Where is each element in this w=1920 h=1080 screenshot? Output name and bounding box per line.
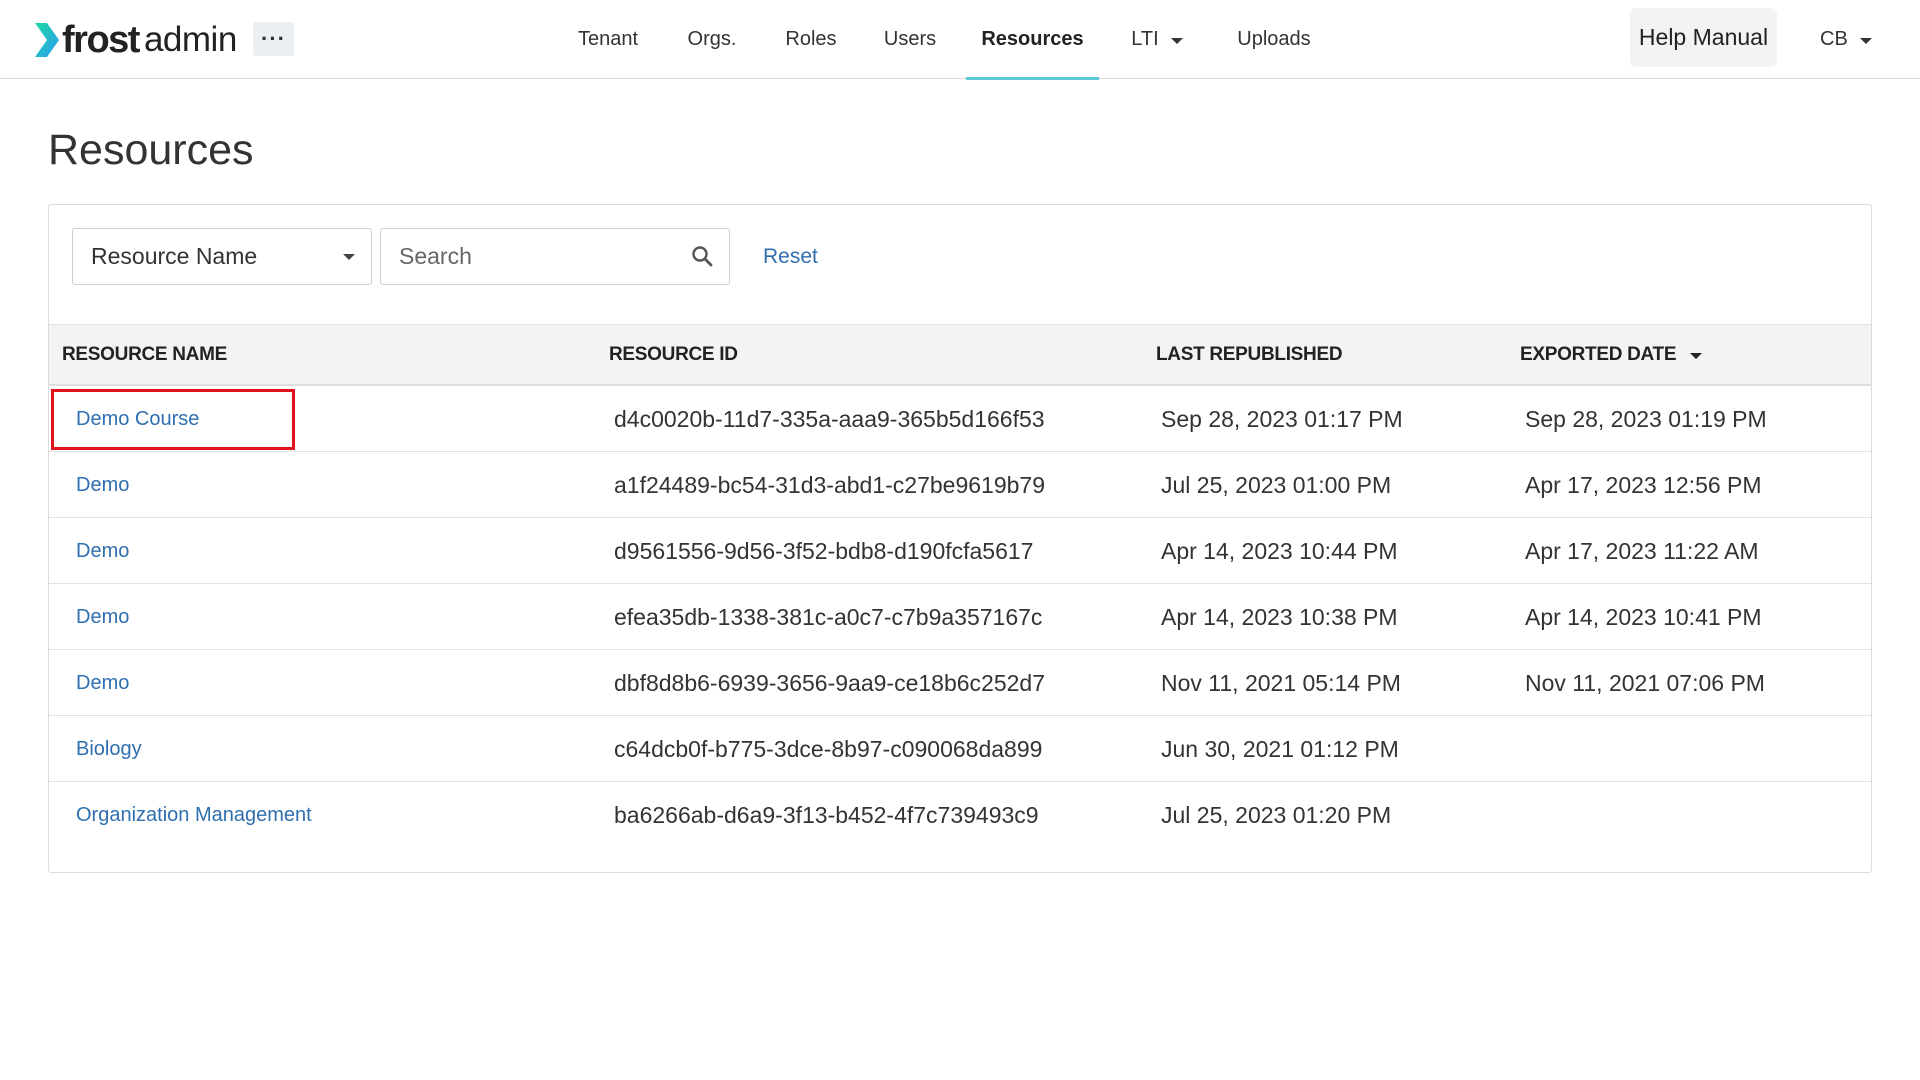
- table-row: Demo Course d4c0020b-11d7-335a-aaa9-365b…: [49, 386, 1871, 452]
- filter-field-value: Resource Name: [91, 243, 258, 269]
- user-menu[interactable]: CB: [1820, 0, 1872, 79]
- last-republished: Jul 25, 2023 01:20 PM: [1161, 801, 1392, 828]
- table-header: RESOURCE NAME RESOURCE ID LAST REPUBLISH…: [49, 324, 1871, 386]
- nav-resources[interactable]: Resources: [966, 0, 1099, 80]
- resource-name-link[interactable]: Demo Course: [76, 386, 199, 452]
- logo-brand: frost: [62, 18, 140, 61]
- nav-roles[interactable]: Roles: [777, 0, 845, 79]
- resource-name-link[interactable]: Demo: [76, 584, 129, 650]
- exported-date: Sep 28, 2023 01:19 PM: [1525, 405, 1767, 432]
- column-header-resource-id[interactable]: RESOURCE ID: [609, 325, 738, 385]
- resource-id: c64dcb0f-b775-3dce-8b97-c090068da899: [614, 735, 1043, 762]
- column-header-exported-date-label: EXPORTED DATE: [1520, 344, 1677, 365]
- last-republished: Apr 14, 2023 10:38 PM: [1161, 603, 1398, 630]
- last-republished: Jul 25, 2023 01:00 PM: [1161, 471, 1392, 498]
- resource-id: dbf8d8b6-6939-3656-9aa9-ce18b6c252d7: [614, 669, 1045, 696]
- page-title: Resources: [48, 126, 254, 174]
- last-republished: Nov 11, 2021 05:14 PM: [1161, 669, 1401, 696]
- frost-chevron-icon: [35, 23, 59, 57]
- chevron-down-icon: [343, 254, 355, 260]
- table-row: Demo d9561556-9d56-3f52-bdb8-d190fcfa561…: [49, 518, 1871, 584]
- column-header-last-republished[interactable]: LAST REPUBLISHED: [1156, 325, 1343, 385]
- nav-lti-label: LTI: [1131, 28, 1159, 50]
- resource-id: d4c0020b-11d7-335a-aaa9-365b5d166f53: [614, 405, 1045, 432]
- resource-name-link[interactable]: Organization Management: [76, 782, 312, 848]
- nav-users[interactable]: Users: [876, 0, 944, 79]
- nav-tenant[interactable]: Tenant: [570, 0, 646, 79]
- reset-link[interactable]: Reset: [763, 245, 818, 269]
- search-input[interactable]: [381, 229, 681, 284]
- resource-name-link[interactable]: Demo: [76, 518, 129, 584]
- resource-id: d9561556-9d56-3f52-bdb8-d190fcfa5617: [614, 537, 1034, 564]
- filter-field-select[interactable]: Resource Name: [72, 228, 372, 285]
- search-icon[interactable]: [691, 245, 713, 267]
- chevron-down-icon: [1859, 37, 1872, 44]
- table-row: Demo dbf8d8b6-6939-3656-9aa9-ce18b6c252d…: [49, 650, 1871, 716]
- table-row: Demo a1f24489-bc54-31d3-abd1-c27be9619b7…: [49, 452, 1871, 518]
- more-menu-button[interactable]: ···: [253, 22, 294, 56]
- help-manual-button[interactable]: Help Manual: [1630, 8, 1777, 67]
- last-republished: Apr 14, 2023 10:44 PM: [1161, 537, 1398, 564]
- exported-date: Apr 17, 2023 12:56 PM: [1525, 471, 1762, 498]
- resource-name-link[interactable]: Demo: [76, 452, 129, 518]
- resource-name-link[interactable]: Biology: [76, 716, 142, 782]
- user-initials: CB: [1820, 28, 1848, 50]
- logo-suffix: admin: [143, 20, 237, 59]
- table-row: Demo efea35db-1338-381c-a0c7-c7b9a357167…: [49, 584, 1871, 650]
- column-header-exported-date[interactable]: EXPORTED DATE: [1520, 325, 1703, 385]
- top-navbar: frost admin ··· Tenant Orgs. Roles Users…: [0, 0, 1920, 80]
- table-row: Biology c64dcb0f-b775-3dce-8b97-c090068d…: [49, 716, 1871, 782]
- last-republished: Jun 30, 2021 01:12 PM: [1161, 735, 1399, 762]
- resource-id: efea35db-1338-381c-a0c7-c7b9a357167c: [614, 603, 1043, 630]
- sort-desc-icon: [1690, 353, 1703, 359]
- resource-id: ba6266ab-d6a9-3f13-b452-4f7c739493c9: [614, 801, 1039, 828]
- search-box: [380, 228, 730, 285]
- column-header-resource-name[interactable]: RESOURCE NAME: [62, 325, 227, 385]
- nav-lti-dropdown[interactable]: LTI: [1124, 0, 1190, 79]
- resource-name-link[interactable]: Demo: [76, 650, 129, 716]
- table-row: Organization Management ba6266ab-d6a9-3f…: [49, 782, 1871, 848]
- chevron-down-icon: [1170, 37, 1183, 44]
- nav-orgs[interactable]: Orgs.: [678, 0, 746, 79]
- nav-uploads[interactable]: Uploads: [1230, 0, 1318, 79]
- exported-date: Nov 11, 2021 07:06 PM: [1525, 669, 1765, 696]
- resources-panel: Resource Name Reset RESOURCE NAME RESOUR…: [48, 204, 1872, 873]
- resource-id: a1f24489-bc54-31d3-abd1-c27be9619b79: [614, 471, 1045, 498]
- exported-date: Apr 17, 2023 11:22 AM: [1525, 537, 1759, 564]
- last-republished: Sep 28, 2023 01:17 PM: [1161, 405, 1403, 432]
- frost-admin-logo[interactable]: frost admin: [33, 18, 237, 62]
- exported-date: Apr 14, 2023 10:41 PM: [1525, 603, 1762, 630]
